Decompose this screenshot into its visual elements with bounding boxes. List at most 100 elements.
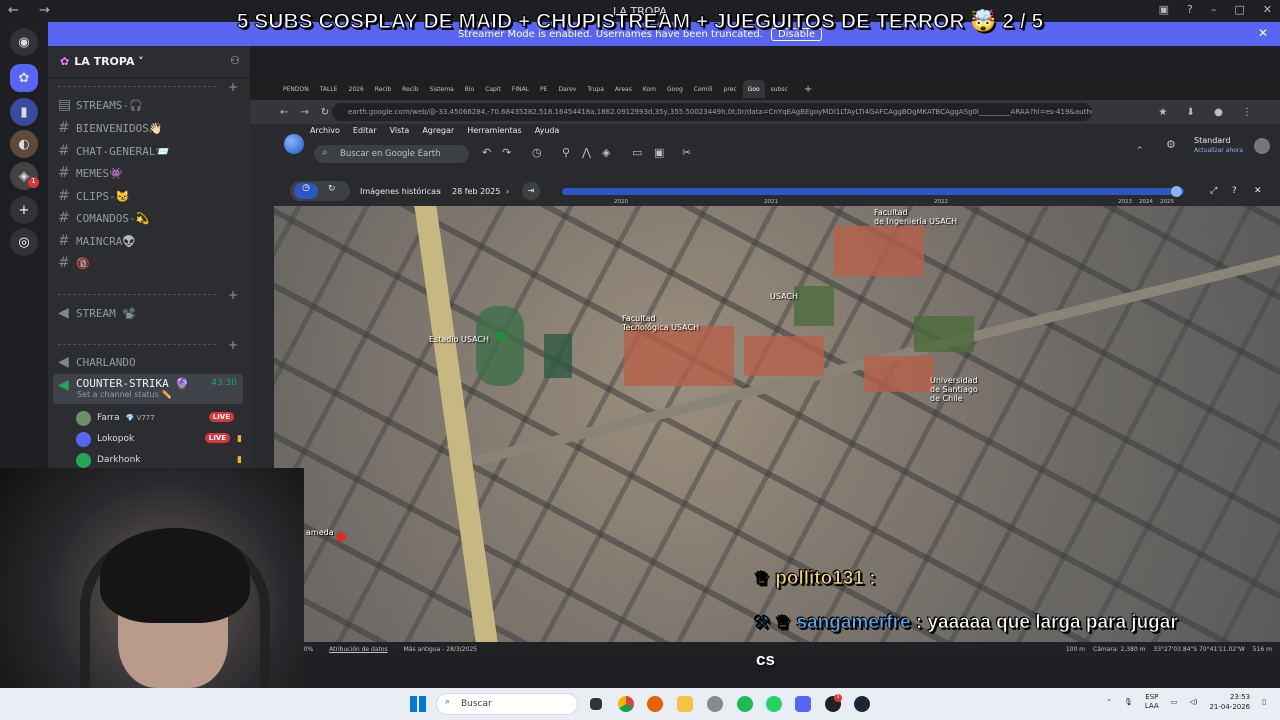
server-la-tropa-icon[interactable]: ✿ (10, 64, 38, 92)
add-channel-icon[interactable]: + (228, 80, 238, 94)
voice-user-darkhonk[interactable]: Darkhonk ▮ (76, 450, 244, 470)
menu-vista[interactable]: Vista (390, 126, 410, 135)
undo-icon[interactable]: ↶ (482, 146, 491, 159)
settings-icon[interactable]: ⚙ (1166, 138, 1176, 151)
voice-user-farra[interactable]: Farra 💎 V777 LIVE (76, 408, 244, 428)
tab-google-earth[interactable]: Goo (742, 80, 765, 98)
voice-user-lokopok[interactable]: Lokopok LIVE ▮ (76, 429, 244, 449)
menu-editar[interactable]: Editar (353, 126, 377, 135)
discover-icon[interactable]: ◎ (10, 228, 38, 256)
place-pin-icon[interactable] (336, 532, 346, 542)
chevron-up-icon[interactable]: ⌃ (1106, 698, 1112, 706)
close-icon[interactable]: ✕ (1254, 186, 1262, 196)
channel-clips[interactable]: # CLIPS-😼 (58, 186, 129, 206)
path-icon[interactable]: ⋀ (582, 146, 591, 159)
taskbar-search[interactable]: ⌕ Buscar (436, 693, 578, 715)
tab[interactable]: Goog (662, 80, 688, 98)
tab[interactable]: subsc (766, 80, 793, 98)
steam-icon[interactable] (854, 696, 870, 712)
tab[interactable]: PENDON (278, 80, 314, 98)
notifications-icon[interactable]: ▯ (1262, 698, 1266, 706)
whatsapp-icon[interactable] (766, 696, 782, 712)
latest-icon[interactable]: ⇥ (522, 182, 540, 200)
historical-toggle[interactable]: ◷ ↻ (290, 181, 350, 201)
attribution-link[interactable]: Atribución de datos (329, 646, 388, 653)
extension-icons[interactable]: ★ ⬇ ● ⋮ (1158, 107, 1260, 118)
channel-streams[interactable]: ▤ STREAMS-🎧 (58, 95, 143, 115)
help-icon[interactable]: ? (1232, 186, 1237, 196)
folder-icon[interactable]: ▮ (10, 98, 38, 126)
spotify-icon[interactable] (737, 696, 753, 712)
tools-icon[interactable]: ✂ (682, 146, 691, 159)
server-icon[interactable]: ◐ (10, 130, 38, 158)
server-header[interactable]: ✿ LA TROPA ˅ ⚇ (48, 46, 250, 78)
earth-search-input[interactable]: ⌕ Buscar en Google Earth (314, 145, 469, 163)
channel-memes[interactable]: # MEMES👾 (58, 163, 123, 183)
tab[interactable]: Cemili (689, 80, 718, 98)
discord-icon[interactable] (795, 696, 811, 712)
menu-ayuda[interactable]: Ayuda (535, 126, 560, 135)
redo-icon[interactable]: ↷ (502, 146, 511, 159)
clock[interactable]: 23:53 21-04-2026 (1209, 692, 1250, 712)
collapse-icon[interactable]: ⌃ (1136, 146, 1144, 156)
chrome-icon[interactable] (618, 696, 634, 712)
task-view-icon[interactable] (590, 698, 602, 710)
update-link[interactable]: Actualizar ahora (1194, 147, 1243, 154)
layers-icon[interactable]: ◈ (602, 146, 610, 159)
timeline-thumb[interactable] (1171, 186, 1182, 197)
map-label[interactable]: Facultad de Ingeniería USACH (874, 208, 957, 226)
channel-comandos[interactable]: # COMANDOS-💫 (58, 208, 149, 228)
channel-maincra[interactable]: # MAINCRA👽 (58, 231, 136, 251)
channel-stream[interactable]: ◀ STREAM 📽️ (58, 303, 136, 323)
prev-date-icon[interactable]: ‹ (438, 187, 441, 196)
menu-agregar[interactable]: Agregar (422, 126, 454, 135)
place-pin-icon[interactable] (496, 332, 506, 342)
channel-bienvenidos[interactable]: # BIENVENIDOS👋🏻 (58, 118, 163, 138)
reload-icon[interactable]: ↻ (321, 107, 329, 118)
tab[interactable]: 2026 (344, 80, 369, 98)
invite-icon[interactable]: ⚇ (230, 54, 240, 67)
tab[interactable]: Sistema (425, 80, 459, 98)
menu-archivo[interactable]: Archivo (310, 126, 340, 135)
firefox-icon[interactable] (647, 696, 663, 712)
tab[interactable]: Capit (480, 80, 506, 98)
tab[interactable]: Kom (638, 80, 661, 98)
timeline-slider[interactable] (562, 186, 1184, 197)
map-label[interactable]: Universidad de Santiago de Chile (930, 376, 978, 403)
forward-icon[interactable]: → (300, 107, 308, 118)
map-style[interactable]: Standard Actualizar ahora (1194, 136, 1243, 155)
language-indicator[interactable]: ESP LAA (1145, 693, 1159, 711)
menu-herramientas[interactable]: Herramientas (467, 126, 522, 135)
network-icon[interactable]: ▭ (1171, 698, 1178, 706)
map-label[interactable]: ameda (306, 528, 334, 537)
add-server-icon[interactable]: + (10, 196, 38, 224)
add-channel-icon[interactable]: + (228, 288, 238, 302)
tab[interactable]: PE (535, 80, 552, 98)
voice-channel-charlando[interactable]: ◀ CHARLANDO (58, 352, 136, 372)
tab[interactable]: Recib (397, 80, 423, 98)
tab[interactable]: Recib (370, 80, 396, 98)
channel-status[interactable]: Set a channel status ✏️ (77, 390, 171, 399)
tab[interactable]: FINAL (507, 80, 534, 98)
map-label[interactable]: Facultad Tecnológica USACH (622, 314, 699, 332)
tab[interactable]: Bio (460, 80, 479, 98)
volume-icon[interactable]: ◁) (1189, 698, 1197, 706)
map-label[interactable]: Estadio USACH (429, 335, 489, 344)
new-tab-icon[interactable]: + (804, 84, 812, 95)
tab[interactable]: Trupa (582, 80, 609, 98)
channel-nsfw[interactable]: # 🔞 (58, 253, 90, 273)
settings-icon[interactable] (707, 696, 723, 712)
ruler-icon[interactable]: ▭ (632, 146, 642, 159)
voice-channel-counter-strika[interactable]: ◀ COUNTER-STRIKA 🔮 43:30 Set a channel s… (53, 374, 243, 404)
placemark-icon[interactable]: ⚲ (562, 146, 570, 159)
channel-chat-general[interactable]: # CHAT-GENERAL📨 (58, 141, 169, 161)
expand-icon[interactable]: ⤢ (1210, 186, 1217, 196)
tab[interactable]: Darev (553, 80, 581, 98)
microphone-icon[interactable]: 🎙 (1124, 698, 1133, 706)
tab[interactable]: Areas (610, 80, 637, 98)
account-avatar[interactable] (1254, 138, 1270, 154)
history-icon[interactable]: ◷ (532, 146, 542, 159)
map-label[interactable]: USACH (770, 292, 798, 301)
tab[interactable]: TALLE (315, 80, 343, 98)
tab[interactable]: prec (719, 80, 742, 98)
